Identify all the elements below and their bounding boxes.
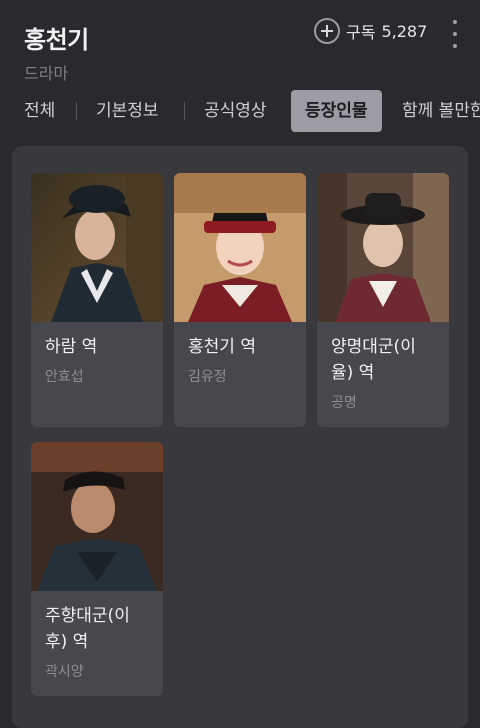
- page-title: 홍천기: [24, 26, 89, 54]
- cast-role: 하람 역: [45, 337, 98, 357]
- tab-divider: [76, 102, 77, 120]
- tab-official-videos[interactable]: 공식영상: [204, 90, 267, 132]
- cast-card[interactable]: 주향대군(이후) 역 곽시양: [31, 442, 163, 696]
- cast-card[interactable]: 하람 역 안효섭: [31, 173, 163, 427]
- tab-basic-info[interactable]: 기본정보: [96, 90, 159, 132]
- subscribe-label: 구독: [346, 23, 376, 42]
- plus-circle-icon: [314, 18, 340, 44]
- cast-actor: 안효섭: [45, 369, 84, 385]
- cast-role: 홍천기 역: [188, 337, 256, 357]
- cast-panel: 하람 역 안효섭 홍천기 역 김유정 양명대군(이율) 역 공명 주향대군(이후…: [12, 146, 468, 728]
- cast-photo-yangmyeong: [317, 173, 449, 322]
- cast-actor: 공명: [331, 395, 357, 411]
- cast-photo-haram: [31, 173, 163, 322]
- cast-role: 주향대군(이후) 역: [45, 606, 130, 652]
- more-vertical-icon[interactable]: [451, 20, 459, 48]
- cast-actor: 김유정: [188, 369, 227, 385]
- tab-divider: [184, 102, 185, 120]
- cast-card[interactable]: 홍천기 역 김유정: [174, 173, 306, 427]
- header: 홍천기 드라마 구독 5,287: [0, 0, 480, 92]
- cast-role: 양명대군(이율) 역: [331, 337, 416, 383]
- tab-characters[interactable]: 등장인물: [291, 90, 382, 132]
- cast-photo-juhyang: [31, 442, 163, 591]
- tab-all[interactable]: 전체: [24, 90, 55, 132]
- cast-actor: 곽시양: [45, 664, 84, 680]
- tab-bar: 전체 기본정보 공식영상 등장인물 함께 볼만한: [0, 90, 480, 132]
- tab-also-watch[interactable]: 함께 볼만한: [402, 90, 480, 132]
- page-subtitle: 드라마: [24, 64, 69, 83]
- subscribe-button[interactable]: 구독 5,287: [314, 18, 427, 44]
- subscriber-count: 5,287: [381, 21, 428, 41]
- cast-card[interactable]: 양명대군(이율) 역 공명: [317, 173, 449, 427]
- cast-photo-hongcheongi: [174, 173, 306, 322]
